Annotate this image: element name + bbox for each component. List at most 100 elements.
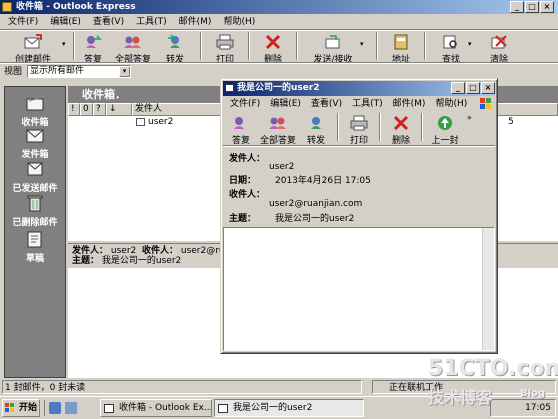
address-book-icon [392,34,410,50]
previous-message-button[interactable]: 上一封 [429,113,461,146]
msg-forward-icon [307,115,325,131]
header-from-value: user2 [269,162,295,172]
reply-button[interactable]: 答复 [78,32,108,65]
msg-printer-icon [350,115,368,131]
start-button[interactable]: 开始 [2,399,40,417]
col-attachment[interactable]: 0 [80,103,93,116]
header-subject: 主题： 我是公司一的user2 [229,214,355,224]
reply-icon [84,34,102,50]
inbox-icon [24,93,46,113]
msg-reply-icon [232,115,250,131]
msg-reply-all-icon [269,115,287,131]
read-mail-icon [136,118,145,126]
find-button[interactable]: 查找 [434,32,468,65]
sidebar-item-sent[interactable]: 已发送邮件 [5,159,65,194]
taskbar-item-inbox[interactable]: 收件箱 - Outlook Ex... [100,399,212,417]
forward-icon [166,34,184,50]
status-count: 1 封邮件，0 封未读 [2,380,362,394]
find-icon [442,34,460,50]
main-title-bar[interactable]: 收件箱 - Outlook Express _ □ × [0,0,558,14]
col-watch[interactable]: ↓ [106,103,132,116]
msg-delete-button[interactable]: 删除 [387,113,415,146]
print-button[interactable]: 打印 [210,32,240,65]
toolbar-overflow-icon[interactable]: » [461,113,472,122]
menu-edit[interactable]: 编辑(E) [44,15,87,29]
taskbar-item-message[interactable]: 我是公司一的user2 [214,399,364,417]
view-select[interactable]: 显示所有邮件 ▾ [27,65,131,78]
preview-subject: 我是公司一的user2 [101,256,182,266]
msg-maximize-button[interactable]: □ [466,82,480,94]
create-mail-button[interactable]: 创建邮件 [4,32,62,65]
windows-logo-icon [5,403,15,413]
menu-tools[interactable]: 工具(T) [130,15,173,29]
msg-reply-all-button[interactable]: 全部答复 [255,113,301,146]
watermark-tagline: 技术博客 [428,388,493,407]
send-receive-button[interactable]: 发送/接收 [306,32,360,65]
message-title-bar[interactable]: 我是公司一的user2 _ □ × [223,81,495,96]
forward-button[interactable]: 转发 [158,32,192,65]
address-book-button[interactable]: 地址 [386,32,416,65]
minimize-button[interactable]: _ [510,1,524,13]
maximize-button[interactable]: □ [525,1,539,13]
view-dropdown-icon[interactable]: ▾ [119,66,130,77]
menu-mail[interactable]: 邮件(M) [173,15,218,29]
msg-menu-file[interactable]: 文件(F) [225,97,265,111]
msg-menu-tools[interactable]: 工具(T) [347,97,388,111]
envelope-icon [225,84,234,92]
msg-minimize-button[interactable]: _ [451,82,465,94]
menu-file[interactable]: 文件(F) [2,15,44,29]
delete-x-icon [264,34,282,50]
taskbar-inbox-icon [104,404,114,413]
message-window: 我是公司一的user2 _ □ × 文件(F) 编辑(E) 查看(V) 工具(T… [220,78,498,354]
sent-mail-icon [24,159,46,179]
menu-help[interactable]: 帮助(H) [217,15,261,29]
msg-forward-button[interactable]: 转发 [301,113,331,146]
sidebar-item-outbox[interactable]: 发件箱 [5,125,65,160]
sidebar-item-inbox[interactable]: 收件箱 [5,93,65,128]
menu-view[interactable]: 查看(V) [87,15,130,29]
sidebar-item-drafts[interactable]: 草稿 [5,229,65,264]
msg-print-button[interactable]: 打印 [345,113,373,146]
view-select-value: 显示所有邮件 [30,66,85,76]
watermark-blog: Blog [520,388,546,399]
outbox-icon [24,125,46,145]
quick-launch-desktop-icon[interactable] [65,402,77,414]
header-to-value: user2@ruanjian.com [269,199,363,209]
row-from: user2 [148,117,174,127]
col-priority[interactable]: ! [68,103,80,116]
col-flag[interactable]: ? [93,103,106,116]
msg-close-button[interactable]: × [481,82,495,94]
system-tray: 17:05 [490,399,556,417]
windows-flag-icon [479,97,493,111]
send-receive-icon [324,34,342,50]
msg-menu-view[interactable]: 查看(V) [306,97,347,111]
clock: 17:05 [525,403,551,413]
sidebar-item-deleted[interactable]: 已删除邮件 [5,193,65,228]
quick-launch [44,400,94,416]
send-dropdown-arrow-icon[interactable]: ▾ [360,32,368,48]
header-date: 日期： 2013年4月26日 17:05 [229,176,371,186]
body-scrollbar[interactable] [482,228,494,350]
message-menu-bar: 文件(F) 编辑(E) 查看(V) 工具(T) 邮件(M) 帮助(H) [225,97,493,111]
reply-all-icon [124,34,142,50]
up-arrow-icon [436,115,454,131]
msg-menu-mail[interactable]: 邮件(M) [388,97,431,111]
close-button[interactable]: × [540,1,554,13]
create-dropdown-arrow-icon[interactable]: ▾ [62,32,70,48]
drafts-icon [24,229,46,249]
msg-delete-x-icon [392,115,410,131]
purge-button[interactable]: 清除 [482,32,516,65]
main-menu-bar: 文件(F) 编辑(E) 查看(V) 工具(T) 邮件(M) 帮助(H) [2,15,556,29]
message-body[interactable] [223,227,495,351]
preview-to-label: 收件人： [141,246,178,256]
quick-launch-ie-icon[interactable] [49,402,61,414]
reply-all-button[interactable]: 全部答复 [108,32,158,65]
row-date-fragment: 5 [508,117,514,127]
msg-menu-edit[interactable]: 编辑(E) [265,97,306,111]
delete-button[interactable]: 删除 [258,32,288,65]
find-dropdown-arrow-icon[interactable]: ▾ [468,32,476,48]
header-date-value: 2013年4月26日 17:05 [275,176,371,186]
main-toolbar: 创建邮件 ▾ 答复 全部答复 转发 打印 删除 发送/接收 ▾ 地址 查找 ▾ … [4,32,554,65]
msg-reply-button[interactable]: 答复 [227,113,255,146]
msg-menu-help[interactable]: 帮助(H) [430,97,472,111]
